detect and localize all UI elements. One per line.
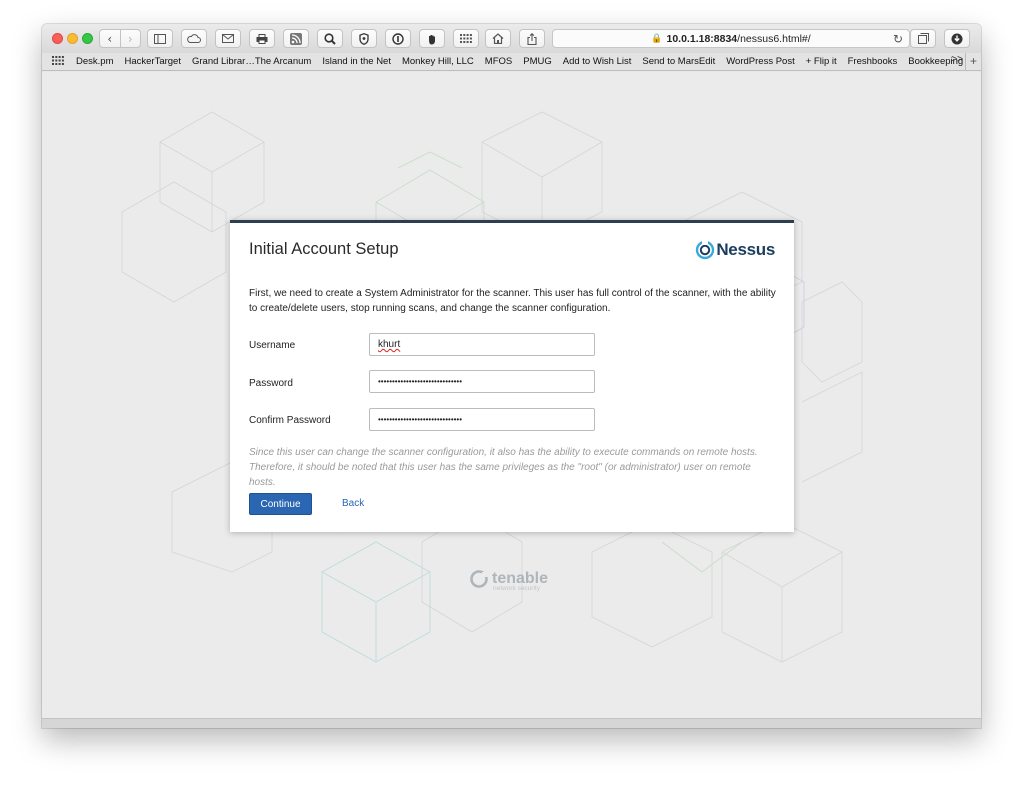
continue-button[interactable]: Continue — [249, 493, 312, 515]
browser-window: ‹ › 🔒 10.0.1.18:8834 /nessus6.html#/ ↻ D… — [42, 24, 981, 728]
tenable-logo-text: tenable — [492, 570, 549, 587]
url-host: 10.0.1.18:8834 — [666, 32, 738, 45]
apps-grid-icon[interactable] — [453, 29, 479, 48]
bookmark-item[interactable]: + Flip it — [806, 56, 837, 67]
dialog-title: Initial Account Setup — [249, 240, 399, 258]
tenable-logo: tenable network security — [469, 569, 549, 592]
home-icon[interactable] — [485, 29, 511, 48]
username-label: Username — [249, 340, 296, 351]
top-sites-grid-icon[interactable] — [52, 56, 66, 67]
password-input[interactable]: •••••••••••••••••••••••••••••• — [369, 370, 595, 393]
browser-status-bar — [42, 718, 981, 728]
bookmark-item[interactable]: Monkey Hill, LLC — [402, 56, 474, 67]
shield-icon[interactable] — [351, 29, 377, 48]
print-icon[interactable] — [249, 29, 275, 48]
bookmark-item[interactable]: Desk.pm — [76, 56, 113, 67]
bookmark-item[interactable]: HackerTarget — [124, 56, 181, 67]
downloads-icon[interactable] — [944, 29, 970, 48]
tabs-overview-icon[interactable] — [910, 29, 936, 48]
minimize-window-button[interactable] — [67, 33, 78, 44]
username-value: khurt — [378, 339, 401, 350]
address-bar[interactable]: 🔒 10.0.1.18:8834/nessus6.html#/ ↻ — [552, 29, 910, 48]
password-manager-icon[interactable] — [385, 29, 411, 48]
bookmark-item[interactable]: MFOS — [485, 56, 512, 67]
rss-icon[interactable] — [283, 29, 309, 48]
share-icon[interactable] — [519, 29, 545, 48]
nessus-logo-icon — [696, 240, 715, 260]
back-link[interactable]: Back — [342, 498, 364, 509]
nessus-logo-text: Nessus — [716, 240, 775, 259]
page-content: Initial Account Setup Nessus First, we n… — [42, 72, 981, 718]
confirm-password-label: Confirm Password — [249, 415, 331, 426]
back-icon[interactable]: ‹ — [100, 30, 120, 47]
initial-account-setup-dialog: Initial Account Setup Nessus First, we n… — [230, 220, 794, 532]
dialog-description: First, we need to create a System Admini… — [249, 288, 776, 314]
cloud-icon[interactable] — [181, 29, 207, 48]
maximize-window-button[interactable] — [82, 33, 93, 44]
bookmark-item[interactable]: Freshbooks — [848, 56, 898, 67]
close-window-button[interactable] — [52, 33, 63, 44]
username-input[interactable]: khurt — [369, 333, 595, 356]
url-path: /nessus6.html#/ — [737, 32, 811, 45]
privilege-warning-note: Since this user can change the scanner c… — [249, 447, 758, 488]
confirm-password-input[interactable]: •••••••••••••••••••••••••••••• — [369, 408, 595, 431]
lock-icon: 🔒 — [651, 33, 663, 43]
tenable-tagline: network security — [493, 585, 540, 592]
mail-icon[interactable] — [215, 29, 241, 48]
bookmark-item[interactable]: Island in the Net — [322, 56, 391, 67]
bookmark-item[interactable]: Add to Wish List — [563, 56, 632, 67]
sidebar-icon[interactable] — [147, 29, 173, 48]
navigation-buttons: ‹ › — [99, 29, 141, 48]
bookmarks-bar: Desk.pm HackerTarget Grand Librar…The Ar… — [42, 53, 981, 71]
forward-icon[interactable]: › — [119, 30, 141, 47]
bookmark-item[interactable]: Send to MarsEdit — [642, 56, 715, 67]
password-label: Password — [249, 378, 293, 389]
bookmark-item[interactable]: Grand Librar…The Arcanum — [192, 56, 311, 67]
bookmark-item[interactable]: WordPress Post — [726, 56, 794, 67]
tenable-logo-icon — [470, 570, 488, 588]
bookmarks-overflow-button[interactable]: >> — [951, 54, 963, 65]
search-lens-icon[interactable] — [317, 29, 343, 48]
bookmark-item[interactable]: PMUG — [523, 56, 552, 67]
nessus-logo: Nessus — [695, 240, 775, 260]
browser-toolbar: ‹ › 🔒 10.0.1.18:8834 /nessus6.html#/ ↻ — [42, 24, 981, 53]
reload-icon[interactable]: ↻ — [893, 32, 903, 46]
add-bookmark-button[interactable]: + — [965, 53, 981, 70]
hand-icon[interactable] — [419, 29, 445, 48]
